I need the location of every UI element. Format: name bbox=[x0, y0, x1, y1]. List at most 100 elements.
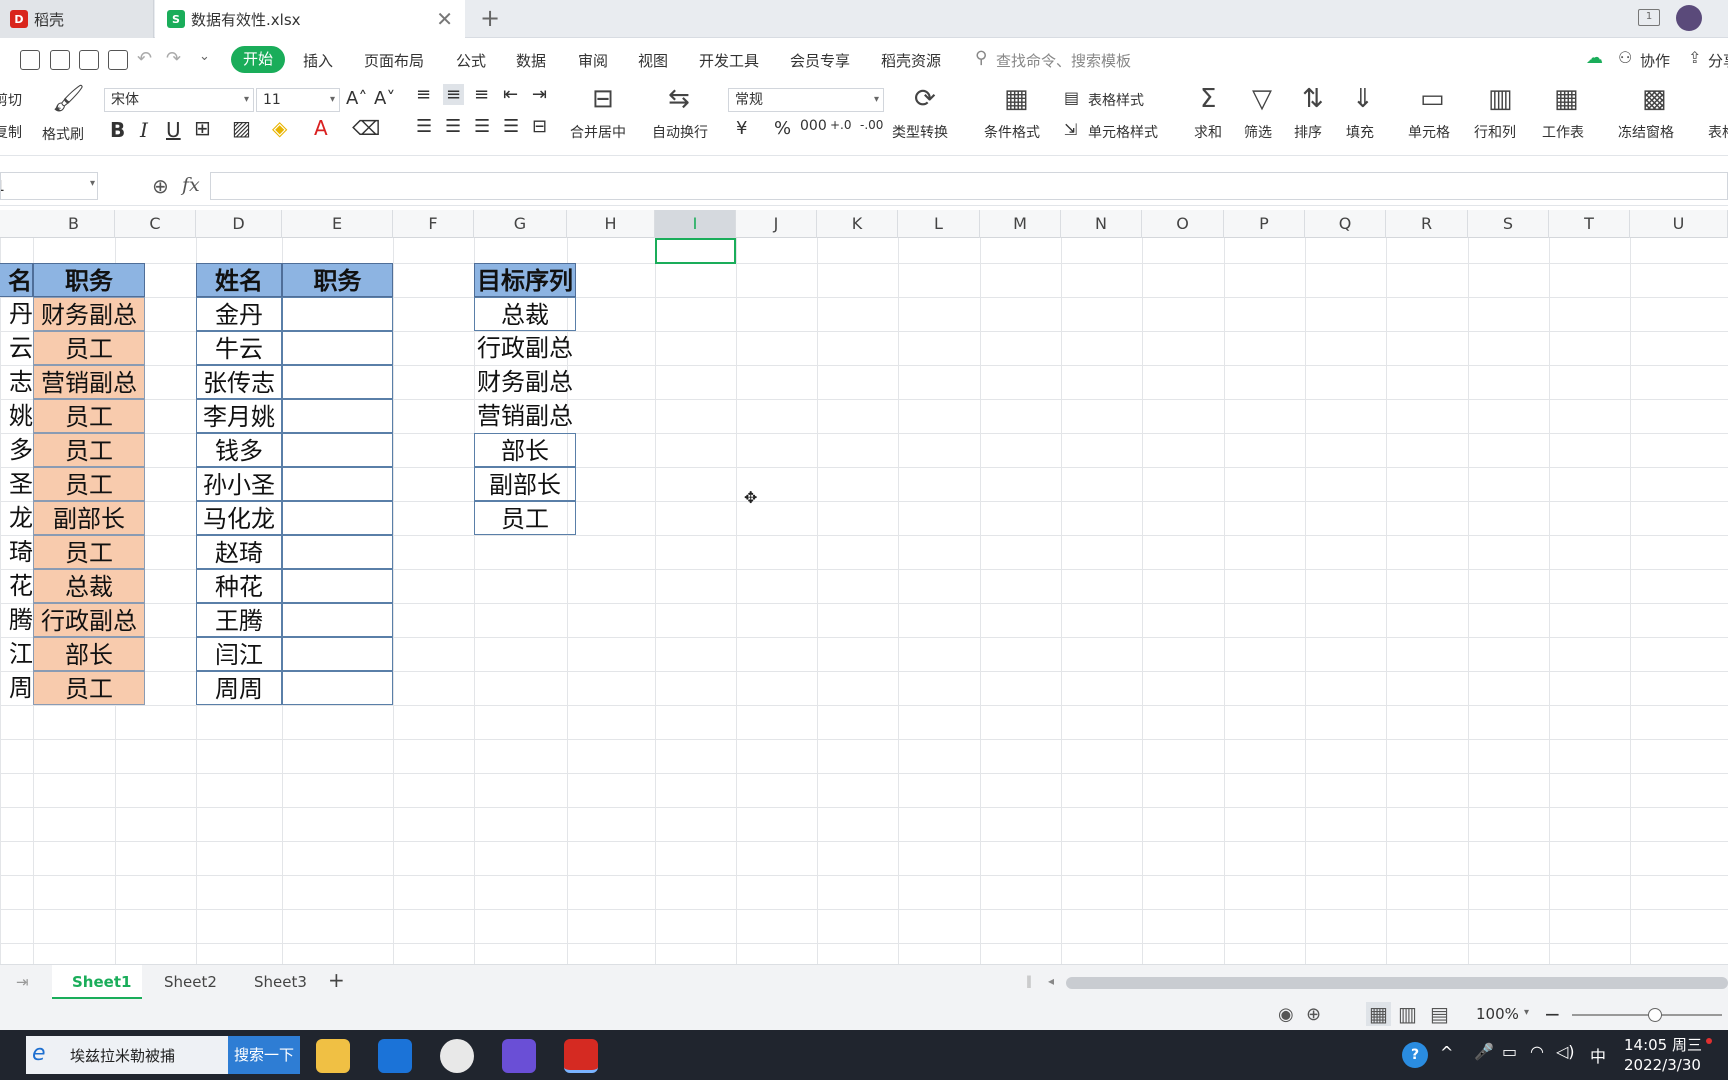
zoom-slider-handle[interactable] bbox=[1648, 1008, 1662, 1022]
indent-icon[interactable]: ⇥ bbox=[532, 84, 547, 105]
column-header-N[interactable]: N bbox=[1061, 210, 1142, 238]
increase-font-icon[interactable]: A˄ bbox=[346, 88, 367, 109]
help-icon[interactable]: ? bbox=[1402, 1042, 1428, 1068]
file-explorer-icon[interactable] bbox=[316, 1039, 350, 1073]
target-item[interactable]: 总裁 bbox=[474, 297, 576, 331]
new-tab-icon[interactable]: + bbox=[480, 4, 500, 32]
table1-name-cell[interactable]: 姚 bbox=[0, 399, 33, 433]
wps-icon[interactable] bbox=[564, 1039, 598, 1073]
table1-title-cell[interactable]: 员工 bbox=[33, 467, 145, 501]
table1-title-cell[interactable]: 员工 bbox=[33, 399, 145, 433]
auto-wrap-button[interactable]: 自动换行 bbox=[652, 122, 708, 142]
table1-title-cell[interactable]: 员工 bbox=[33, 433, 145, 467]
chevron-down-icon[interactable]: ⌄ bbox=[199, 49, 210, 64]
cell-button[interactable]: 单元格 bbox=[1408, 122, 1450, 142]
avatar[interactable] bbox=[1676, 5, 1702, 31]
percent-icon[interactable]: % bbox=[774, 118, 791, 139]
border-icon[interactable]: ⊞ bbox=[194, 116, 211, 140]
table1-title-cell[interactable]: 副部长 bbox=[33, 501, 145, 535]
table2-title-cell[interactable] bbox=[282, 433, 393, 467]
column-header-G[interactable]: G bbox=[474, 210, 567, 238]
redo-icon[interactable]: ↷ bbox=[166, 48, 181, 69]
copy-button[interactable]: 复制 bbox=[0, 122, 22, 142]
currency-icon[interactable]: ¥ bbox=[736, 118, 747, 139]
column-header-D[interactable]: D bbox=[196, 210, 282, 238]
editor-app-icon[interactable] bbox=[378, 1039, 412, 1073]
target-item[interactable]: 部长 bbox=[474, 433, 576, 467]
table-style-button[interactable]: 表格样式 bbox=[1088, 90, 1144, 110]
column-header-C[interactable]: C bbox=[115, 210, 196, 238]
column-header-E[interactable]: E bbox=[282, 210, 393, 238]
table2-name-cell[interactable]: 金丹 bbox=[196, 297, 282, 331]
command-search[interactable]: 查找命令、搜索模板 bbox=[996, 50, 1131, 71]
close-tab-icon[interactable]: ✕ bbox=[436, 7, 453, 31]
eye-protect-icon[interactable]: ◉ bbox=[1278, 1004, 1294, 1025]
last-sheet-icon[interactable]: ⇥ bbox=[16, 973, 29, 991]
filter-button[interactable]: 筛选 bbox=[1244, 122, 1272, 142]
table2-title-cell[interactable] bbox=[282, 297, 393, 331]
selected-cell[interactable] bbox=[655, 238, 736, 264]
zoom-formula-icon[interactable]: ⊕ bbox=[152, 174, 169, 198]
table1-title-cell[interactable]: 员工 bbox=[33, 535, 145, 569]
menu-insert[interactable]: 插入 bbox=[303, 50, 333, 71]
table1-name-cell[interactable]: 花 bbox=[0, 569, 33, 603]
page-layout-view-icon[interactable]: ▥ bbox=[1398, 1002, 1417, 1026]
table2-name-cell[interactable]: 李月姚 bbox=[196, 399, 282, 433]
save-icon[interactable] bbox=[20, 50, 40, 70]
page-break-view-icon[interactable]: ▤ bbox=[1430, 1002, 1449, 1026]
cloud-sync-icon[interactable]: ☁ bbox=[1586, 48, 1603, 68]
target-header[interactable]: 目标序列 bbox=[474, 263, 576, 297]
target-item[interactable]: 副部长 bbox=[474, 467, 576, 501]
menu-developer[interactable]: 开发工具 bbox=[699, 50, 759, 71]
print-icon[interactable] bbox=[79, 50, 99, 70]
outdent-icon[interactable]: ⇤ bbox=[503, 84, 518, 105]
column-header-K[interactable]: K bbox=[817, 210, 898, 238]
export-icon[interactable] bbox=[50, 50, 70, 70]
table2-title-cell[interactable] bbox=[282, 467, 393, 501]
column-header-J[interactable]: J bbox=[736, 210, 817, 238]
sheet-tab-1[interactable]: Sheet1 bbox=[52, 965, 142, 999]
table1-title-cell[interactable]: 行政副总 bbox=[33, 603, 145, 637]
table2-header-title[interactable]: 职务 bbox=[282, 263, 393, 297]
table-tools-button[interactable]: 表格 bbox=[1708, 122, 1728, 142]
table2-name-cell[interactable]: 赵琦 bbox=[196, 535, 282, 569]
table1-name-cell[interactable]: 丹 bbox=[0, 297, 33, 331]
microphone-icon[interactable]: 🎤 bbox=[1474, 1042, 1494, 1061]
table1-header-title[interactable]: 职务 bbox=[33, 263, 145, 297]
align-top-icon[interactable]: ≡ bbox=[416, 84, 431, 105]
table1-name-cell[interactable]: 江 bbox=[0, 637, 33, 671]
table2-header-name[interactable]: 姓名 bbox=[196, 263, 282, 297]
italic-icon[interactable]: I bbox=[140, 118, 148, 142]
format-painter-button[interactable]: 格式刷 bbox=[42, 124, 84, 144]
table1-name-cell[interactable]: 圣 bbox=[0, 467, 33, 501]
column-header-I[interactable]: I bbox=[655, 210, 736, 238]
conditional-format-button[interactable]: 条件格式 bbox=[984, 122, 1040, 142]
bold-icon[interactable]: B bbox=[110, 118, 125, 142]
chevron-down-icon[interactable]: ▾ bbox=[90, 178, 95, 189]
table1-name-cell[interactable]: 琦 bbox=[0, 535, 33, 569]
fx-icon[interactable]: fx bbox=[182, 174, 200, 196]
video-app-icon[interactable] bbox=[502, 1039, 536, 1073]
zoom-slider[interactable] bbox=[1572, 1014, 1722, 1016]
align-right-icon[interactable]: ☰ bbox=[474, 116, 490, 137]
volume-icon[interactable]: ◁) bbox=[1556, 1042, 1575, 1061]
column-header-Q[interactable]: Q bbox=[1305, 210, 1386, 238]
distributed-icon[interactable]: ⊟ bbox=[532, 116, 547, 137]
decrease-font-icon[interactable]: A˅ bbox=[374, 88, 395, 109]
table2-title-cell[interactable] bbox=[282, 365, 393, 399]
column-header-F[interactable]: F bbox=[393, 210, 474, 238]
column-header-B[interactable]: B bbox=[33, 210, 115, 238]
justify-icon[interactable]: ☰ bbox=[503, 116, 519, 137]
tab-workbook[interactable]: S 数据有效性.xlsx ✕ bbox=[155, 0, 465, 38]
table2-title-cell[interactable] bbox=[282, 569, 393, 603]
print-preview-icon[interactable] bbox=[108, 50, 128, 70]
align-bottom-icon[interactable]: ≡ bbox=[474, 84, 489, 105]
menu-member[interactable]: 会员专享 bbox=[790, 50, 850, 71]
table2-title-cell[interactable] bbox=[282, 501, 393, 535]
app-circle-icon[interactable] bbox=[440, 1039, 474, 1073]
column-header-P[interactable]: P bbox=[1224, 210, 1305, 238]
menu-docer-resources[interactable]: 稻壳资源 bbox=[881, 50, 941, 71]
table1-title-cell[interactable]: 总裁 bbox=[33, 569, 145, 603]
increase-decimal-icon[interactable]: +.0 bbox=[830, 118, 852, 132]
collab-button[interactable]: 协作 bbox=[1640, 50, 1670, 71]
